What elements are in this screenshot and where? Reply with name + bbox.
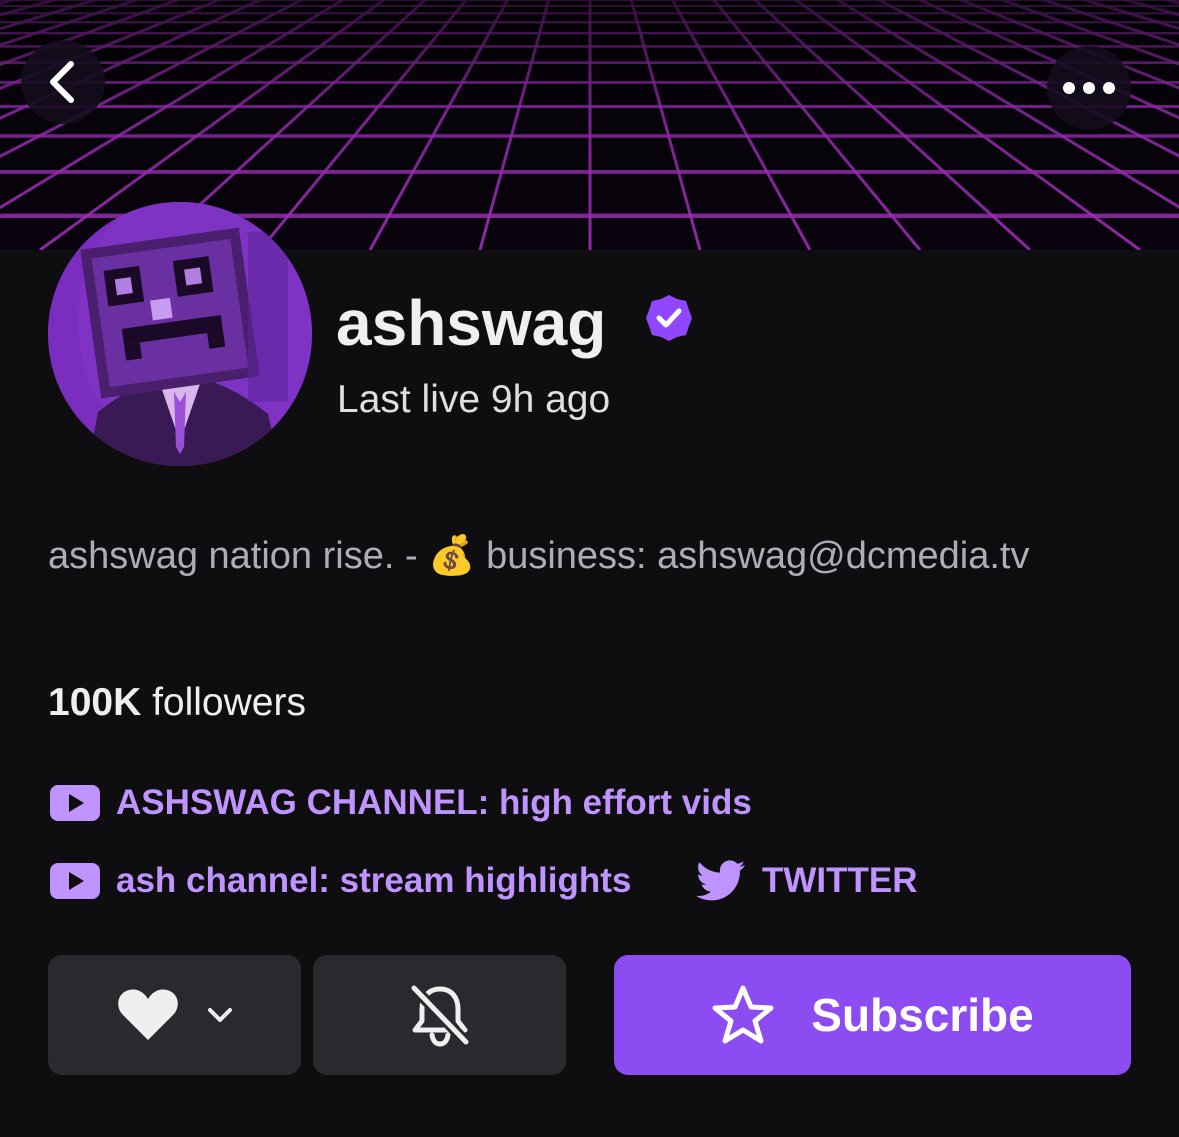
link-ash-channel[interactable]: ash channel: stream highlights <box>50 858 631 904</box>
twitter-bird-icon <box>696 860 746 901</box>
verified-badge-icon <box>646 295 692 341</box>
follow-button[interactable] <box>48 955 301 1075</box>
channel-name: ashswag <box>336 287 607 359</box>
link-label: ASHSWAG CHANNEL: high effort vids <box>116 783 752 822</box>
followers-count: 100K followers <box>48 678 306 728</box>
last-live-status: Last live 9h ago <box>337 378 611 421</box>
money-bag-emoji: 💰 <box>428 533 476 577</box>
more-horizontal-icon <box>1063 82 1115 94</box>
bio-text-prefix: ashswag nation rise. - <box>48 535 429 577</box>
subscribe-label: Subscribe <box>811 989 1034 1041</box>
chevron-down-icon[interactable] <box>207 1007 233 1023</box>
notifications-button[interactable] <box>313 955 566 1075</box>
avatar-image <box>48 202 312 466</box>
youtube-icon <box>50 785 100 821</box>
star-icon <box>712 985 774 1044</box>
chevron-left-icon <box>50 61 74 103</box>
followers-number: 100K <box>48 681 142 724</box>
link-twitter[interactable]: TWITTER <box>696 856 918 906</box>
channel-bio: ashswag nation rise. - 💰 business: ashsw… <box>48 530 1048 581</box>
more-options-button[interactable] <box>1047 46 1131 130</box>
subscribe-button[interactable]: Subscribe <box>614 955 1131 1075</box>
followers-label: followers <box>141 681 306 724</box>
link-label: TWITTER <box>762 861 918 900</box>
link-label: ash channel: stream highlights <box>116 861 632 900</box>
avatar[interactable] <box>48 202 312 466</box>
back-button[interactable] <box>21 40 105 124</box>
bio-text-suffix: business: ashswag@dcmedia.tv <box>475 535 1030 577</box>
heart-icon <box>117 989 178 1040</box>
link-ashswag-channel[interactable]: ASHSWAG CHANNEL: high effort vids <box>50 780 752 826</box>
bell-off-icon <box>409 984 470 1047</box>
youtube-icon <box>50 863 100 899</box>
